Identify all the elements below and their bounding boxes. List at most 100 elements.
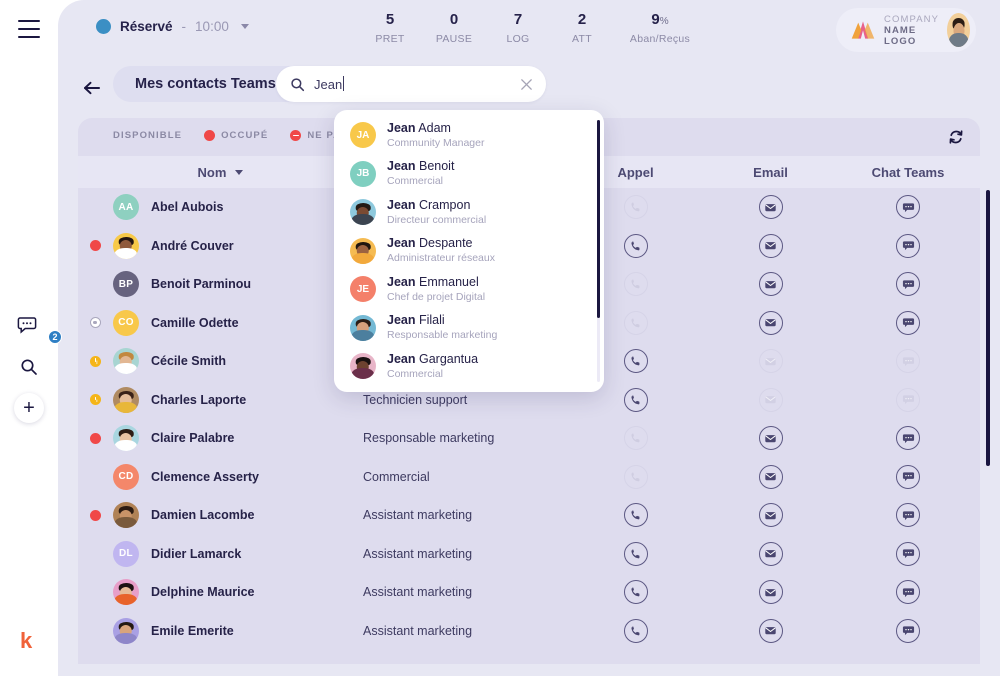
contact-name-cell: Damien Lacombe (78, 502, 363, 529)
chat-teams-button[interactable] (896, 580, 920, 605)
hamburger-menu-icon[interactable] (18, 20, 40, 38)
plus-icon: + (14, 393, 44, 423)
stat-suffix: % (659, 16, 669, 27)
company-logo-icon (851, 21, 875, 39)
chat-cell (838, 233, 978, 258)
chat-teams-button[interactable] (896, 233, 920, 258)
chat-teams-button[interactable] (896, 426, 920, 451)
agent-stats: 5 PRET 0 PAUSE 7 LOG 2 ATT 9% Aban/Reçus (358, 10, 706, 45)
call-button[interactable] (623, 580, 648, 605)
call-button[interactable] (623, 349, 648, 374)
call-cell (568, 426, 703, 451)
status-dot-available-icon (90, 625, 101, 636)
contact-role: Responsable marketing (363, 431, 495, 446)
email-button[interactable] (758, 580, 783, 605)
column-header-email: Email (753, 164, 788, 180)
chat-cell (838, 503, 978, 528)
search-icon (291, 77, 305, 91)
column-header-chat: Chat Teams (871, 164, 945, 180)
company-badge[interactable]: COMPANY NAME LOGO (836, 8, 976, 52)
chat-unread-badge: 2 (48, 330, 62, 344)
call-button[interactable] (623, 387, 648, 412)
chat-teams-button[interactable] (896, 503, 920, 528)
search-icon[interactable] (0, 352, 58, 382)
back-button[interactable] (78, 74, 106, 102)
status-filter-busy[interactable]: OCCUPÉ (204, 130, 268, 141)
arrow-left-icon (84, 81, 100, 95)
suggestion-item[interactable]: JA Jean Adam Community Manager (334, 116, 604, 155)
chat-teams-button[interactable] (896, 541, 920, 566)
email-button[interactable] (758, 503, 783, 528)
call-button[interactable] (623, 503, 648, 528)
chat-teams-button[interactable] (896, 618, 920, 643)
chevron-down-icon[interactable] (240, 24, 249, 29)
email-button[interactable] (758, 233, 783, 258)
table-scrollbar[interactable] (986, 190, 990, 466)
chat-teams-button (896, 387, 920, 412)
contact-avatar (113, 232, 139, 259)
search-input[interactable]: Jean (276, 66, 546, 102)
presence-selector[interactable]: Réservé - 10:00 (96, 19, 249, 34)
email-button[interactable] (758, 541, 783, 566)
suggestion-role: Commercial (387, 367, 444, 380)
call-button[interactable] (623, 233, 648, 258)
contact-name-cell: Emile Emerite (78, 617, 363, 644)
email-button[interactable] (758, 272, 783, 297)
contact-avatar (113, 617, 139, 644)
stat-label: Aban/Reçus (629, 33, 691, 45)
email-button[interactable] (758, 618, 783, 643)
status-dot-away-icon (90, 355, 101, 367)
call-cell (568, 464, 703, 489)
suggestion-name: Jean Filali (387, 313, 445, 328)
call-cell (568, 580, 703, 605)
contact-name: Benoit Parminou (151, 277, 252, 292)
email-cell (703, 387, 838, 412)
status-dot-busy-icon (90, 509, 101, 521)
chat-cell (838, 272, 978, 297)
call-button[interactable] (623, 618, 648, 643)
email-button[interactable] (758, 310, 783, 335)
user-avatar[interactable] (947, 13, 970, 47)
table-row[interactable]: Damien Lacombe Assistant marketing (78, 496, 980, 535)
search-glyph (21, 359, 37, 375)
suggestion-role: Commercial (387, 175, 444, 188)
contact-avatar: CD (113, 463, 139, 490)
contact-name: Charles Laporte (151, 392, 247, 407)
table-row[interactable]: Delphine Maurice Assistant marketing (78, 573, 980, 612)
column-header-name[interactable]: Nom (78, 165, 363, 180)
chat-bubble-icon[interactable]: 2 (0, 312, 62, 344)
chat-teams-button[interactable] (896, 195, 920, 220)
call-button (623, 195, 648, 220)
table-row[interactable]: Emile Emerite Assistant marketing (78, 612, 980, 651)
table-row[interactable]: Claire Palabre Responsable marketing (78, 419, 980, 458)
contact-name-cell: Claire Palabre (78, 425, 363, 452)
suggestion-item[interactable]: JE Jean Emmanuel Chef de projet Digital (334, 270, 604, 309)
suggestion-avatar (350, 237, 376, 264)
chat-teams-button[interactable] (896, 272, 920, 297)
call-button[interactable] (623, 541, 648, 566)
table-row[interactable]: DL Didier Lamarck Assistant marketing (78, 535, 980, 574)
suggestion-item[interactable]: Jean Filali Responsable marketing (334, 309, 604, 348)
status-dot-busy-icon (90, 432, 101, 444)
suggestions-scrollbar[interactable] (596, 120, 600, 318)
refresh-icon[interactable] (948, 129, 964, 145)
suggestion-item[interactable]: Jean Crampon Directeur commercial (334, 193, 604, 232)
chat-teams-button[interactable] (896, 464, 920, 489)
close-icon[interactable] (519, 77, 534, 92)
add-button[interactable]: + (0, 393, 58, 423)
stat-value: 9 (651, 11, 660, 28)
status-filter-available[interactable]: DISPONIBLE (96, 130, 182, 141)
email-button[interactable] (758, 195, 783, 220)
contact-name: Emile Emerite (151, 623, 234, 638)
suggestion-item[interactable]: Jean Gargantua Commercial (334, 347, 604, 386)
chat-teams-button[interactable] (896, 310, 920, 335)
suggestion-name: Jean Gargantua (387, 351, 479, 366)
email-button[interactable] (758, 426, 783, 451)
table-row[interactable]: CD Clemence Asserty Commercial (78, 458, 980, 497)
email-button[interactable] (758, 464, 783, 489)
sub-header: Mes contacts Teams Jean (58, 62, 1000, 114)
suggestion-item[interactable]: Jean Despante Administrateur réseaux (334, 232, 604, 271)
suggestion-item[interactable]: JB Jean Benoit Commercial (334, 155, 604, 194)
chat-cell (838, 464, 978, 489)
contact-name: Delphine Maurice (151, 585, 255, 600)
